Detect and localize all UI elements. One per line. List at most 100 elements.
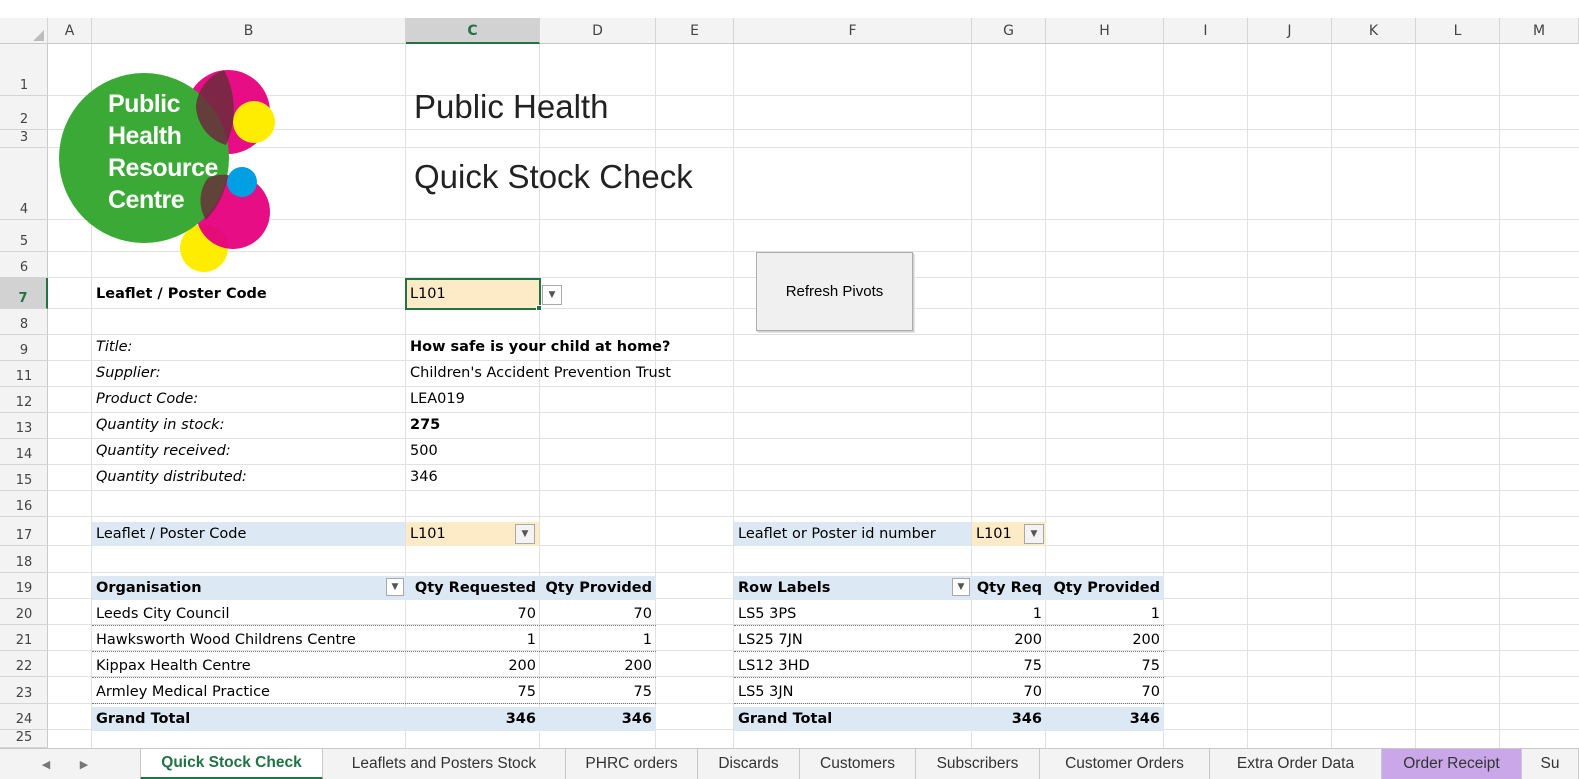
grid-hline (48, 490, 1579, 491)
row-header-25[interactable]: 25 (0, 730, 48, 748)
row-header-23[interactable]: 23 (0, 677, 48, 704)
tab-leaflets-and-posters-stock[interactable]: Leaflets and Posters Stock (323, 749, 566, 779)
pivot2-filter-label: Leaflet or Poster id number (738, 526, 936, 542)
column-header-f[interactable]: F (734, 18, 972, 44)
selector-label: Leaflet / Poster Code (96, 286, 267, 302)
page-subtitle: Quick Stock Check (414, 158, 693, 195)
pivot2-filter-icon[interactable]: ▼ (1024, 524, 1044, 544)
row-header-9[interactable]: 9 (0, 335, 48, 361)
row-header-16[interactable]: 16 (0, 491, 48, 517)
column-header-h[interactable]: H (1046, 18, 1164, 44)
row-header-8[interactable]: 8 (0, 309, 48, 335)
pivot1-cell: 1 (526, 632, 536, 648)
pivot1-filter-value[interactable]: L101 (406, 522, 446, 546)
row-header-1[interactable]: 1 (0, 44, 48, 96)
pivot2-cell: 70 (1023, 684, 1042, 700)
row-header-4[interactable]: 4 (0, 148, 48, 220)
column-header-c[interactable]: C (406, 18, 540, 44)
tab-su[interactable]: Su (1522, 749, 1579, 779)
grid-hline (48, 516, 1579, 517)
grid-hline (48, 438, 1579, 439)
column-header-b[interactable]: B (92, 18, 406, 44)
public-health-resource-centre-logo: Public Health Resource Centre (56, 50, 281, 275)
pivot2-cell: LS5 3PS (738, 606, 797, 622)
pivot1-row-filter-dropdown-icon[interactable]: ▼ (386, 578, 404, 596)
row-header-22[interactable]: 22 (0, 651, 48, 677)
tab-phrc-orders[interactable]: PHRC orders (566, 749, 698, 779)
row-header-2[interactable]: 2 (0, 96, 48, 130)
dropdown-arrow-icon[interactable]: ▼ (542, 285, 562, 305)
pivot1-row-separator (92, 703, 656, 704)
logo-text-resource: Resource (108, 154, 218, 182)
grid-vline (1247, 44, 1248, 748)
detail-label: Quantity in stock: (96, 417, 225, 433)
pivot2-row-separator (734, 677, 1164, 678)
row-header-6[interactable]: 6 (0, 252, 48, 278)
column-header-g[interactable]: G (972, 18, 1046, 44)
row-header-21[interactable]: 21 (0, 625, 48, 651)
detail-value: How safe is your child at home? (410, 339, 671, 355)
column-header-d[interactable]: D (540, 18, 656, 44)
sheet-tab-bar: ◀ ▶ Quick Stock Check Leaflets and Poster… (0, 748, 1579, 779)
pivot2-filter-value[interactable]: L101 (972, 522, 1012, 546)
pivot1-cell: 70 (517, 606, 536, 622)
grid-hline (48, 412, 1579, 413)
grid-hline (48, 360, 1579, 361)
row-header-3[interactable]: 3 (0, 130, 48, 148)
tab-quick-stock-check[interactable]: Quick Stock Check (140, 749, 323, 779)
row-header-7[interactable]: 7 (0, 278, 48, 309)
column-header-e[interactable]: E (656, 18, 734, 44)
tab-scroll-left-icon[interactable]: ◀ (36, 753, 56, 775)
detail-label: Quantity received: (96, 443, 231, 459)
tab-extra-order-data[interactable]: Extra Order Data (1210, 749, 1382, 779)
tab-scroll-right-icon[interactable]: ▶ (74, 753, 94, 775)
pivot2-cell: 1 (1032, 606, 1042, 622)
row-header-20[interactable]: 20 (0, 599, 48, 625)
tab-subscribers[interactable]: Subscribers (916, 749, 1040, 779)
tab-customer-orders[interactable]: Customer Orders (1040, 749, 1210, 779)
select-all-corner[interactable] (0, 18, 48, 44)
row-header-15[interactable]: 15 (0, 465, 48, 491)
pivot2-header-1: Qty Req (976, 580, 1042, 596)
column-header-m[interactable]: M (1500, 18, 1579, 44)
column-header-j[interactable]: J (1248, 18, 1332, 44)
column-header-i[interactable]: I (1164, 18, 1248, 44)
row-header-24[interactable]: 24 (0, 704, 48, 730)
pivot2-cell: 70 (1141, 684, 1160, 700)
pivot1-cell: Hawksworth Wood Childrens Centre (96, 632, 356, 648)
row-header-19[interactable]: 19 (0, 573, 48, 599)
pivot2-row-filter-dropdown-icon[interactable]: ▼ (952, 578, 970, 596)
grid-vline (1331, 44, 1332, 748)
grid-hline (48, 386, 1579, 387)
pivot2-cell: 75 (1141, 658, 1160, 674)
pivot2-row-separator (734, 625, 1164, 626)
column-header-a[interactable]: A (48, 18, 92, 44)
row-header-5[interactable]: 5 (0, 220, 48, 252)
tab-order-receipt[interactable]: Order Receipt (1382, 749, 1522, 779)
row-header-17[interactable]: 17 (0, 517, 48, 546)
pivot2-header-0[interactable]: Row Labels (734, 576, 830, 600)
row-header-13[interactable]: 13 (0, 413, 48, 439)
pivot1-header-1: Qty Requested (414, 580, 536, 596)
detail-value: 275 (410, 417, 441, 433)
row-header-11[interactable]: 11 (0, 361, 48, 387)
refresh-pivots-button[interactable]: Refresh Pivots (756, 252, 913, 331)
grid-vline (1415, 44, 1416, 748)
spreadsheet-grid[interactable]: ABCDEFGHIJKLM 1 2 3 4 5 6 7 8 9 11 12 13 14 15 16 17 18 1… (0, 0, 1579, 748)
pivot1-header-0[interactable]: Organisation (92, 576, 202, 600)
pivot1-total: 346 (621, 711, 652, 727)
row-header-12[interactable]: 12 (0, 387, 48, 413)
pivot2-header-2: Qty Provided (1053, 580, 1160, 596)
pivot1-cell: 75 (517, 684, 536, 700)
row-header-14[interactable]: 14 (0, 439, 48, 465)
column-header-k[interactable]: K (1332, 18, 1416, 44)
fill-handle[interactable] (536, 305, 542, 311)
column-header-l[interactable]: L (1416, 18, 1500, 44)
tab-customers[interactable]: Customers (800, 749, 916, 779)
logo-text-health: Health (108, 122, 182, 150)
detail-label: Product Code: (96, 391, 199, 407)
tab-discards[interactable]: Discards (698, 749, 800, 779)
pivot1-cell: 200 (624, 658, 652, 674)
row-header-18[interactable]: 18 (0, 546, 48, 573)
pivot1-filter-icon[interactable]: ▼ (515, 524, 535, 544)
